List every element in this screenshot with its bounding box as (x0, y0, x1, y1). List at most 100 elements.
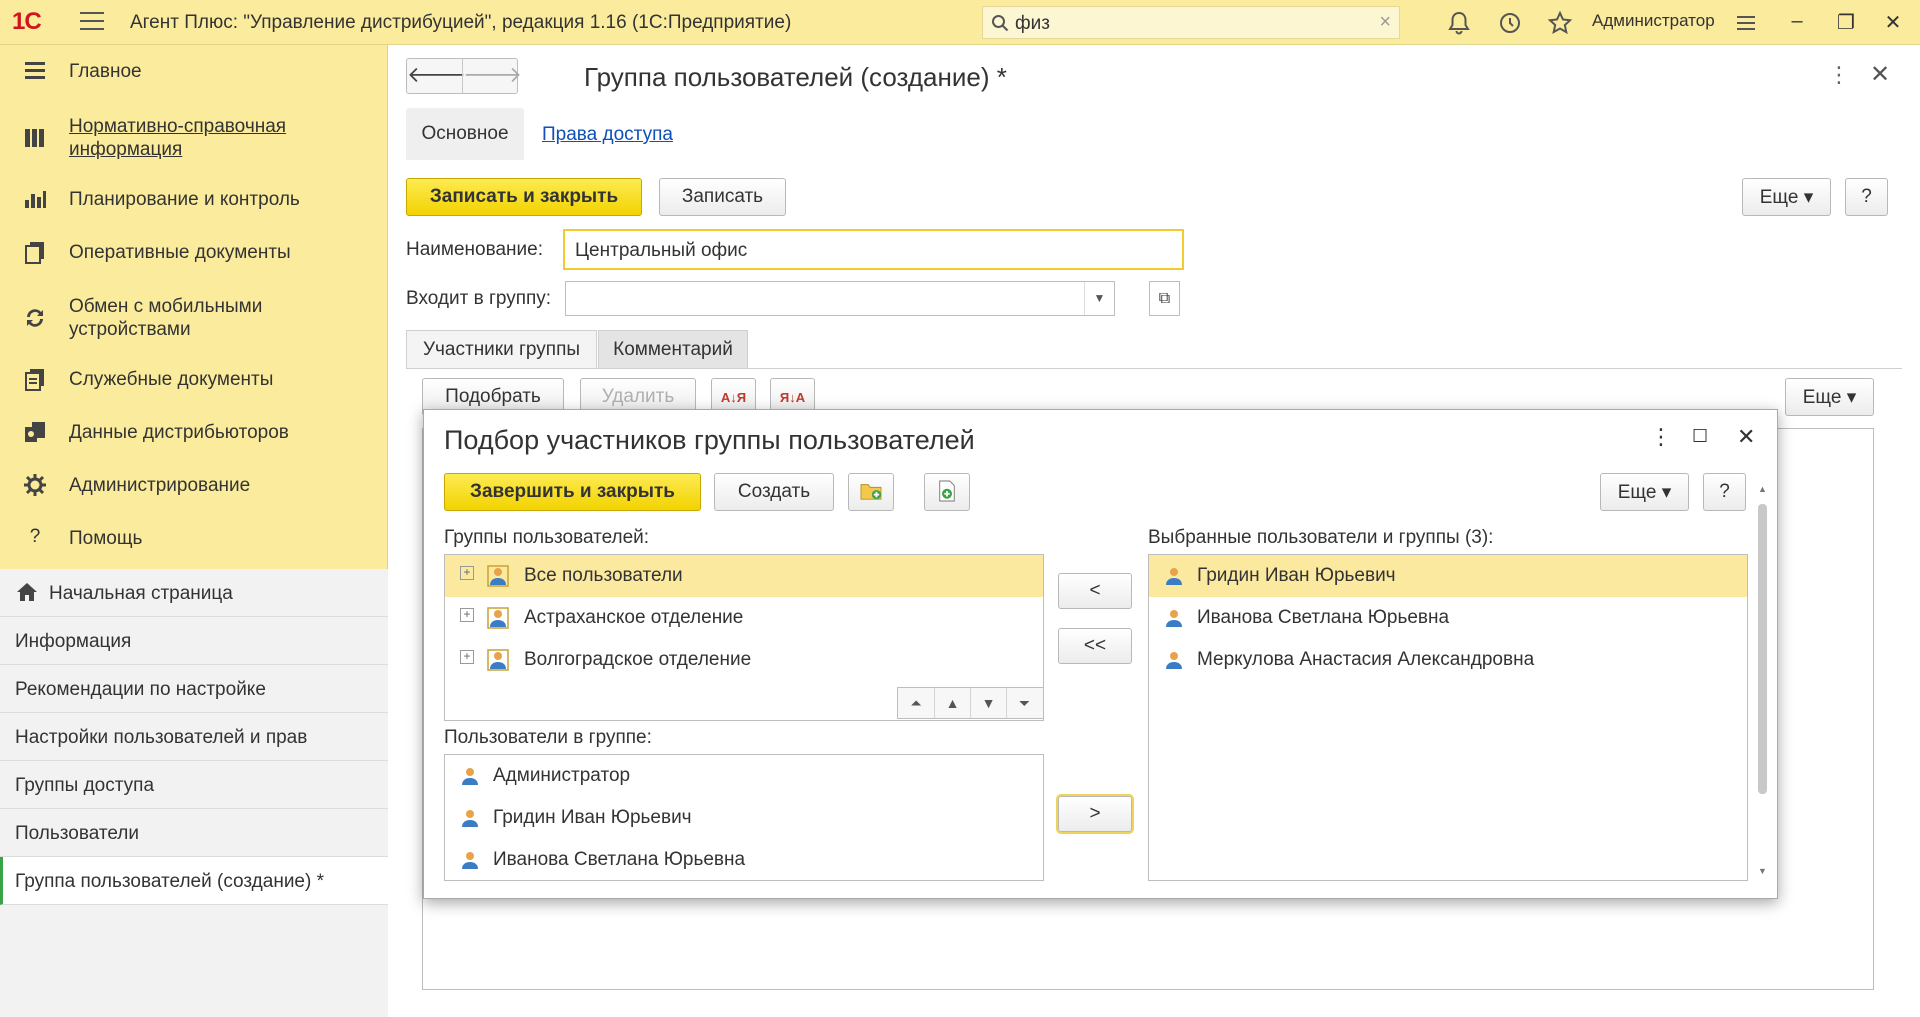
search-input[interactable]: физ (1015, 13, 1050, 35)
open-parent-icon[interactable]: ⧉ (1149, 281, 1180, 316)
section-label: Планирование и контроль (69, 189, 300, 210)
section-mobile-exchange[interactable]: Обмен с мобильными устройствами (0, 295, 388, 343)
section-label: Помощь (69, 528, 143, 549)
user-icon (462, 852, 478, 869)
form-more-icon[interactable]: ⋮ (1828, 62, 1850, 88)
subtab-comment[interactable]: Комментарий (598, 330, 748, 368)
minimize-icon[interactable]: – (1784, 10, 1810, 36)
dialog-more-icon[interactable]: ⋮ (1650, 424, 1672, 450)
clear-search-icon[interactable]: × (1379, 11, 1391, 34)
selected-user-label: Иванова Светлана Юрьевна (1197, 607, 1450, 628)
remove-all-button[interactable]: << (1058, 628, 1132, 664)
create-button[interactable]: Создать (714, 473, 834, 511)
user-row[interactable]: Иванова Светлана Юрьевна (445, 839, 1043, 880)
groups-tree[interactable]: + Все пользователи + Астраханское отделе… (444, 554, 1044, 721)
users-list[interactable]: Администратор Гридин Иван Юрьевич Иванов… (444, 754, 1044, 881)
catalog-icon (25, 129, 44, 147)
dialog-maximize-icon[interactable]: ☐ (1692, 426, 1708, 447)
dialog-close-icon[interactable]: ✕ (1737, 424, 1755, 450)
history-icon[interactable] (1497, 10, 1523, 36)
list-more-button[interactable]: Еще ▾ (1785, 378, 1874, 416)
open-window-user-settings[interactable]: Настройки пользователей и прав (0, 713, 388, 761)
name-value: Центральный офис (575, 240, 748, 261)
open-window-recommendations[interactable]: Рекомендации по настройке (0, 665, 388, 713)
section-planning[interactable]: Планирование и контроль (0, 185, 388, 225)
user-row[interactable]: Гридин Иван Юрьевич (445, 797, 1043, 839)
settings-icon[interactable] (1733, 10, 1759, 36)
dialog-scrollbar[interactable]: ▲ ▼ (1756, 484, 1768, 884)
move-down-icon[interactable]: ▼ (970, 688, 1006, 718)
group-row[interactable]: + Все пользователи (445, 555, 1043, 597)
expand-icon[interactable]: + (460, 566, 474, 580)
section-operational-docs[interactable]: Оперативные документы (0, 238, 388, 278)
group-row[interactable]: + Волгоградское отделение (445, 639, 1043, 681)
section-help[interactable]: ? Помощь (0, 524, 388, 564)
section-main[interactable]: Главное (0, 58, 388, 106)
dialog-more-button[interactable]: Еще ▾ (1600, 473, 1689, 511)
add-button[interactable]: > (1056, 794, 1134, 834)
user-icon (462, 768, 478, 785)
forward-arrow-icon[interactable]: 🡒 (462, 59, 522, 93)
user-icon (462, 810, 478, 827)
expand-icon[interactable]: + (460, 608, 474, 622)
save-button[interactable]: Записать (659, 178, 786, 216)
move-bottom-icon[interactable]: ⏷ (1006, 688, 1042, 718)
scroll-thumb[interactable] (1758, 504, 1767, 794)
scroll-down-icon[interactable]: ▼ (1758, 866, 1767, 876)
open-windows-list: Начальная страница Информация Рекомендац… (0, 569, 388, 1017)
selected-list[interactable]: Гридин Иван Юрьевич Иванова Светлана Юрь… (1148, 554, 1748, 881)
user-name[interactable]: Администратор (1592, 11, 1715, 31)
remove-one-button[interactable]: < (1058, 573, 1132, 609)
selected-row[interactable]: Иванова Светлана Юрьевна (1149, 597, 1747, 639)
create-folder-icon[interactable] (848, 473, 894, 511)
open-window-home[interactable]: Начальная страница (0, 569, 388, 617)
restore-icon[interactable]: ❐ (1833, 10, 1859, 36)
section-distributors[interactable]: Данные дистрибьюторов (0, 418, 388, 458)
tab-main[interactable]: Основное (406, 108, 524, 160)
scroll-up-icon[interactable]: ▲ (1758, 484, 1767, 494)
expand-icon[interactable]: + (460, 650, 474, 664)
move-up-icon[interactable]: ▲ (934, 688, 970, 718)
search-field[interactable]: физ × (982, 6, 1400, 39)
user-icon (1166, 652, 1182, 669)
parent-group-input[interactable]: ▼ (565, 281, 1115, 316)
selected-row[interactable]: Меркулова Анастасия Александровна (1149, 639, 1747, 681)
name-label: Наименование: (406, 239, 543, 260)
dialog-help-button[interactable]: ? (1703, 473, 1746, 511)
star-icon[interactable] (1547, 10, 1573, 36)
main-menu-icon[interactable] (80, 12, 104, 32)
dropdown-icon[interactable]: ▼ (1084, 282, 1114, 315)
documents-icon (25, 242, 44, 264)
distributors-icon (25, 422, 45, 442)
selected-user-label: Гридин Иван Юрьевич (1197, 565, 1396, 586)
back-arrow-icon[interactable]: 🡐 (407, 59, 466, 93)
section-label: Обмен с мобильными устройствами (69, 296, 263, 340)
section-label: Данные дистрибьюторов (69, 422, 289, 443)
subtab-members[interactable]: Участники группы (406, 330, 597, 368)
section-administration[interactable]: Администрирование (0, 471, 388, 511)
group-label: Волгоградское отделение (524, 649, 752, 670)
open-window-label: Рекомендации по настройке (15, 679, 266, 700)
open-window-users[interactable]: Пользователи (0, 809, 388, 857)
sections-panel: Главное Нормативно-справочная информация… (0, 45, 388, 1017)
open-window-access-groups[interactable]: Группы доступа (0, 761, 388, 809)
move-top-icon[interactable]: ⏶ (898, 688, 934, 718)
bell-icon[interactable] (1446, 10, 1472, 36)
finish-and-close-button[interactable]: Завершить и закрыть (444, 473, 701, 511)
open-window-info[interactable]: Информация (0, 617, 388, 665)
create-item-icon[interactable] (924, 473, 970, 511)
form-close-icon[interactable]: ✕ (1870, 60, 1890, 89)
home-icon (17, 583, 37, 601)
selected-row[interactable]: Гридин Иван Юрьевич (1149, 555, 1747, 597)
section-reference-info[interactable]: Нормативно-справочная информация (0, 115, 388, 163)
help-button[interactable]: ? (1845, 178, 1888, 216)
more-button[interactable]: Еще ▾ (1742, 178, 1831, 216)
open-window-user-group[interactable]: Группа пользователей (создание) * (0, 857, 388, 905)
close-app-icon[interactable]: ✕ (1880, 10, 1906, 36)
section-service-docs[interactable]: Служебные документы (0, 365, 388, 405)
tab-access-rights[interactable]: Права доступа (542, 124, 673, 146)
group-row[interactable]: + Астраханское отделение (445, 597, 1043, 639)
name-input[interactable]: Центральный офис (563, 229, 1184, 270)
user-row[interactable]: Администратор (445, 755, 1043, 797)
save-and-close-button[interactable]: Записать и закрыть (406, 178, 642, 216)
